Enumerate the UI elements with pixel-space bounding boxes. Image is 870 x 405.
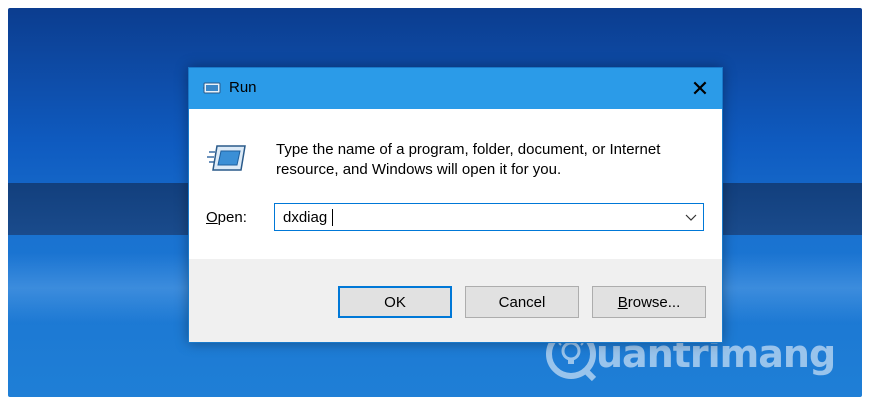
- open-input[interactable]: [275, 204, 670, 230]
- run-description: Type the name of a program, folder, docu…: [276, 141, 661, 178]
- open-label: Open:: [206, 209, 247, 226]
- window-title: Run: [229, 79, 257, 96]
- browse-accelerator: B: [617, 293, 628, 311]
- run-icon: [203, 82, 221, 94]
- browse-label: rowse...: [627, 293, 681, 311]
- run-dialog: Run ✕ Type the name of a program, folder…: [188, 67, 723, 343]
- open-combobox[interactable]: [274, 203, 704, 231]
- close-button[interactable]: ✕: [678, 68, 722, 109]
- title-bar[interactable]: Run ✕: [189, 68, 722, 109]
- screenshot-canvas: uantrimang Run ✕ Type the name of a prog…: [0, 0, 870, 405]
- dialog-content: Type the name of a program, folder, docu…: [189, 109, 722, 259]
- close-icon: ✕: [690, 75, 710, 101]
- cancel-button[interactable]: Cancel: [465, 286, 579, 318]
- dialog-footer: OK Cancel Browse...: [189, 259, 722, 342]
- text-caret: [332, 209, 333, 226]
- ok-button[interactable]: OK: [338, 286, 452, 318]
- open-label-accelerator: O: [206, 209, 218, 226]
- browse-button[interactable]: Browse...: [592, 286, 706, 318]
- chevron-down-icon[interactable]: [685, 212, 697, 222]
- run-program-icon: [207, 145, 246, 171]
- open-label-text: pen:: [217, 209, 247, 226]
